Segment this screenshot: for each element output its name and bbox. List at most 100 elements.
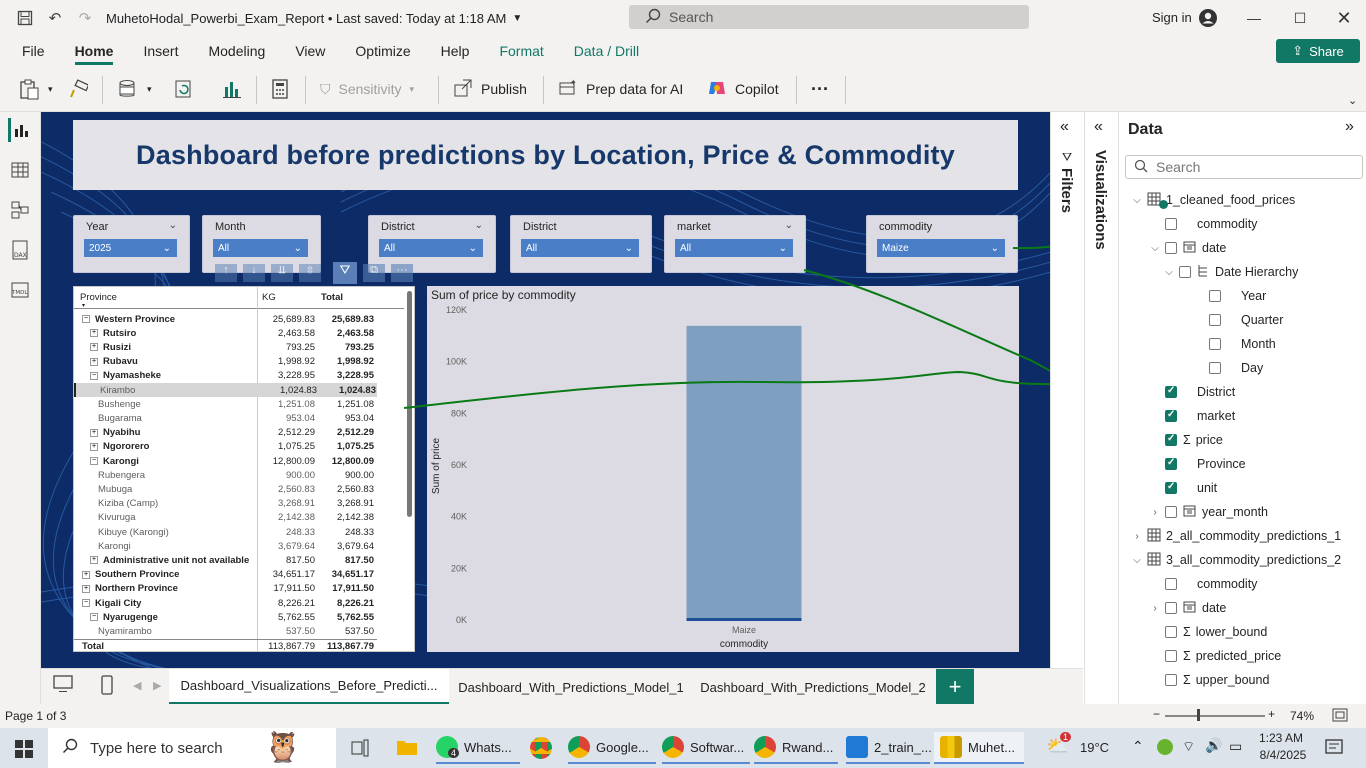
field-checkbox[interactable]: [1209, 314, 1221, 326]
calculation-icon[interactable]: [271, 76, 289, 102]
expand-icon[interactable]: +: [82, 584, 90, 593]
slicer-dropdown[interactable]: All ⌄: [675, 239, 793, 257]
province-matrix[interactable]: Province ▾ KG Total − Western Province 25,…: [73, 286, 415, 652]
tab-home[interactable]: Home: [74, 37, 113, 65]
field-checkbox[interactable]: [1165, 578, 1177, 590]
data-field-item[interactable]: Σupper_bound: [1149, 668, 1269, 692]
collapse-icon[interactable]: −: [90, 457, 98, 466]
matrix-total-row[interactable]: Total 113,867.79 113,867.79: [74, 638, 377, 653]
taskbar-app-rwanda[interactable]: Rwand...: [754, 732, 838, 764]
security-status-icon[interactable]: [1157, 739, 1173, 755]
tab-modeling[interactable]: Modeling: [208, 37, 265, 65]
matrix-row[interactable]: Kiziba (Camp) 3,268.91 3,268.91: [74, 497, 377, 511]
page-tab-model-2[interactable]: Dashboard_With_Predictions_Model_2: [693, 669, 933, 705]
matrix-row[interactable]: Bugarama 953.04 953.04: [74, 411, 377, 425]
show-hidden-icons-icon[interactable]: ⌃: [1132, 738, 1144, 755]
expand-all-icon[interactable]: ⇳: [299, 264, 321, 282]
close-icon[interactable]: ✕: [1321, 0, 1366, 36]
page-tab-before-predictions[interactable]: Dashboard_Visualizations_Before_Predicti…: [169, 669, 449, 705]
expand-level-icon[interactable]: ⇊: [271, 264, 293, 282]
format-painter-icon[interactable]: [68, 76, 88, 102]
collapse-icon[interactable]: −: [90, 371, 98, 380]
clock-date[interactable]: 8/4/2025: [1256, 748, 1310, 762]
battery-icon[interactable]: ▭: [1229, 738, 1242, 755]
matrix-row[interactable]: − Western Province 25,689.83 25,689.83: [74, 312, 377, 326]
taskbar-app-vscode[interactable]: 2_train_...: [846, 732, 932, 764]
expand-icon[interactable]: +: [90, 428, 98, 437]
prep-data-ai-button[interactable]: ✦ Prep data for AI: [558, 76, 683, 102]
field-checkbox[interactable]: [1165, 457, 1177, 470]
zoom-slider[interactable]: [1165, 715, 1265, 717]
title-dropdown-icon[interactable]: ▼: [512, 13, 522, 24]
data-field-item[interactable]: commodity: [1149, 572, 1257, 596]
publish-button[interactable]: Publish: [453, 76, 527, 102]
field-checkbox[interactable]: [1165, 481, 1177, 494]
chevron-down-icon[interactable]: ⌵: [1131, 195, 1143, 206]
chevron-down-icon[interactable]: ⌄: [785, 220, 793, 231]
zoom-in-icon[interactable]: +: [1268, 707, 1275, 721]
matrix-row[interactable]: + Rusizi 793.25 793.25: [74, 340, 377, 354]
header-total[interactable]: Total: [321, 292, 343, 303]
chevron-down-icon[interactable]: ⌵: [1131, 555, 1143, 566]
matrix-row[interactable]: Bushenge 1,251.08 1,251.08: [74, 397, 377, 411]
data-field-item[interactable]: commodity: [1149, 212, 1257, 236]
field-checkbox[interactable]: [1209, 362, 1221, 374]
zoom-level[interactable]: 74%: [1290, 709, 1314, 723]
slicer-commodity[interactable]: commodity Maize ⌄: [866, 215, 1018, 273]
data-field-item[interactable]: Σlower_bound: [1149, 620, 1267, 644]
data-field-item[interactable]: Quarter: [1193, 308, 1283, 332]
weather-temp[interactable]: 19°C: [1080, 740, 1109, 755]
refresh-icon[interactable]: [174, 76, 194, 102]
header-province[interactable]: Province: [80, 292, 117, 303]
matrix-row[interactable]: − Karongi 12,800.09 12,800.09: [74, 454, 377, 468]
expand-icon[interactable]: +: [90, 329, 98, 338]
field-checkbox[interactable]: [1209, 338, 1221, 350]
network-icon[interactable]: ⌔: [1182, 738, 1195, 756]
tab-data-drill[interactable]: Data / Drill: [574, 37, 639, 65]
matrix-row[interactable]: + Rutsiro 2,463.58 2,463.58: [74, 326, 377, 340]
chevron-right-icon[interactable]: ›: [1131, 531, 1143, 542]
windows-start-icon[interactable]: [15, 740, 33, 761]
field-checkbox[interactable]: [1165, 650, 1177, 662]
tmdl-view-icon[interactable]: TMDL: [8, 278, 32, 302]
tab-optimize[interactable]: Optimize: [355, 37, 410, 65]
save-icon[interactable]: [10, 0, 40, 36]
filter-icon[interactable]: ⛛: [333, 262, 357, 284]
clock-time[interactable]: 1:23 AM: [1256, 731, 1306, 745]
table-view-icon[interactable]: [8, 158, 32, 182]
more-options-icon[interactable]: ···: [391, 264, 413, 282]
maximize-icon[interactable]: ☐: [1277, 0, 1323, 36]
collapse-data-pane-icon[interactable]: »: [1345, 118, 1354, 136]
matrix-row[interactable]: + Southern Province 34,651.17 34,651.17: [74, 568, 377, 582]
matrix-scrollbar[interactable]: [407, 291, 412, 517]
sign-in-link[interactable]: Sign in: [1152, 10, 1192, 25]
drill-up-icon[interactable]: ↑: [215, 264, 237, 282]
file-explorer-icon[interactable]: [396, 738, 418, 759]
matrix-row[interactable]: + Rubavu 1,998.92 1,998.92: [74, 355, 377, 369]
document-title[interactable]: MuhetoHodal_Powerbi_Exam_Report • Last s…: [106, 11, 506, 26]
collapse-icon[interactable]: −: [82, 315, 90, 324]
zoom-slider-thumb[interactable]: [1197, 709, 1200, 721]
data-table-item[interactable]: ⌵ 1_cleaned_food_prices: [1131, 188, 1295, 212]
slicer-dropdown[interactable]: All ⌄: [379, 239, 483, 257]
matrix-row[interactable]: − Nyarugenge 5,762.55 5,762.55: [74, 610, 377, 624]
field-checkbox[interactable]: [1165, 218, 1177, 230]
data-field-item[interactable]: › date: [1149, 596, 1226, 620]
filters-label[interactable]: Filters: [1058, 168, 1075, 213]
field-checkbox[interactable]: [1165, 626, 1177, 638]
matrix-row[interactable]: − Nyamasheke 3,228.95 3,228.95: [74, 369, 377, 383]
header-kg[interactable]: KG: [262, 292, 276, 303]
tab-insert[interactable]: Insert: [143, 37, 178, 65]
data-search-input[interactable]: Search: [1125, 155, 1363, 179]
page-tab-model-1[interactable]: Dashboard_With_Predictions_Model_1: [451, 669, 691, 705]
zoom-out-icon[interactable]: −: [1153, 707, 1160, 721]
data-field-item[interactable]: market: [1149, 404, 1235, 428]
slicer-dropdown[interactable]: All ⌄: [213, 239, 308, 257]
slicer-market[interactable]: market ⌄ All ⌄: [664, 215, 806, 273]
bar[interactable]: [686, 325, 802, 620]
chevron-right-icon[interactable]: ›: [1149, 507, 1161, 518]
get-data-icon[interactable]: ▾: [117, 76, 152, 102]
price-by-commodity-chart[interactable]: Sum of price by commodity 0K 20K 40K 60K 80K…: [427, 286, 1019, 652]
expand-filters-icon[interactable]: «: [1060, 118, 1069, 136]
data-field-item[interactable]: Province: [1149, 452, 1246, 476]
